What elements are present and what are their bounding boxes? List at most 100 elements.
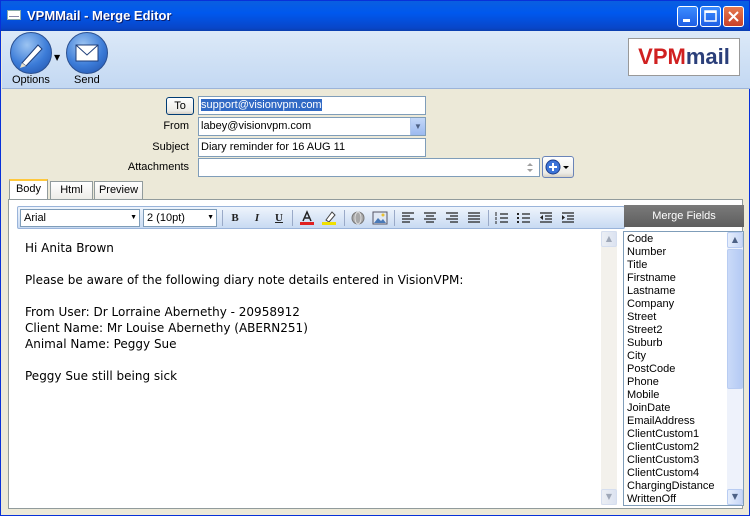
maximize-button[interactable] xyxy=(700,6,721,27)
envelope-icon xyxy=(75,44,99,62)
list-item[interactable]: ClientCustom3 xyxy=(627,454,699,467)
body-line: Peggy Sue still being sick xyxy=(25,369,178,383)
list-item[interactable]: Mobile xyxy=(627,389,659,402)
body-line xyxy=(25,352,605,368)
list-item[interactable]: Title xyxy=(627,259,647,272)
list-item[interactable]: Street xyxy=(627,311,656,324)
align-left-icon xyxy=(402,212,414,223)
align-center-button[interactable] xyxy=(421,210,439,226)
to-field[interactable]: support@visionvpm.com xyxy=(198,96,426,115)
from-select[interactable]: labey@visionvpm.com ▼ xyxy=(198,117,426,136)
tab-body[interactable]: Body xyxy=(9,179,48,200)
close-icon xyxy=(728,11,739,22)
list-item[interactable]: JoinDate xyxy=(627,402,670,415)
attachments-field[interactable] xyxy=(198,158,540,177)
outdent-button[interactable] xyxy=(537,210,555,226)
toolbar-separator xyxy=(344,210,345,226)
numbered-list-icon xyxy=(495,212,508,224)
merge-fields-scrollbar[interactable]: ▲ ▼ xyxy=(727,232,743,505)
highlight-button[interactable] xyxy=(320,210,338,226)
insert-image-button[interactable] xyxy=(371,210,389,226)
insert-link-button[interactable] xyxy=(349,210,367,226)
editor-panel: Arial ▼ 2 (10pt) ▼ B I U Hi Anita Brown … xyxy=(8,199,744,510)
justify-button[interactable] xyxy=(465,210,483,226)
chevron-down-icon: ▼ xyxy=(130,214,137,221)
pen-icon xyxy=(20,44,43,68)
align-right-icon xyxy=(446,212,458,223)
list-item[interactable]: Suburb xyxy=(627,337,662,350)
message-body-editor[interactable]: Hi Anita Brown Please be aware of the fo… xyxy=(25,240,605,510)
vpmmail-logo: VPMmail xyxy=(628,38,740,76)
scroll-thumb[interactable] xyxy=(727,249,743,389)
tab-html[interactable]: Html xyxy=(50,181,93,200)
body-line xyxy=(25,288,605,304)
font-value: Arial xyxy=(24,212,47,224)
from-value: labey@visionvpm.com xyxy=(201,120,312,132)
scroll-up-icon[interactable]: ▲ xyxy=(727,232,743,248)
attachments-spinner[interactable] xyxy=(522,159,538,176)
from-label: From xyxy=(163,120,189,132)
bold-button[interactable]: B xyxy=(226,210,244,226)
options-dropdown-arrow-icon[interactable]: ▼ xyxy=(54,53,60,62)
font-size-select[interactable]: 2 (10pt) ▼ xyxy=(143,209,217,227)
maximize-icon xyxy=(704,10,717,22)
options-label: Options xyxy=(12,74,50,86)
align-right-button[interactable] xyxy=(443,210,461,226)
list-item[interactable]: City xyxy=(627,350,646,363)
font-size-value: 2 (10pt) xyxy=(147,212,185,224)
send-button[interactable] xyxy=(66,32,108,74)
list-item[interactable]: PostCode xyxy=(627,363,675,376)
toolbar-separator xyxy=(292,210,293,226)
add-attachment-button[interactable] xyxy=(542,156,574,178)
font-color-icon xyxy=(300,210,314,225)
body-line xyxy=(25,256,605,272)
list-item[interactable]: Number xyxy=(627,246,666,259)
tab-preview[interactable]: Preview xyxy=(94,181,143,200)
merge-fields-header: Merge Fields xyxy=(624,205,744,227)
font-color-button[interactable] xyxy=(298,210,316,226)
font-select[interactable]: Arial ▼ xyxy=(20,209,140,227)
main-toolbar: ▼ Options Send VPMmail xyxy=(2,31,750,89)
bullet-list-button[interactable] xyxy=(515,210,533,226)
body-line: From User: Dr Lorraine Abernethy - 20958… xyxy=(25,305,300,319)
list-item[interactable]: WrittenOff xyxy=(627,493,676,505)
list-item[interactable]: Company xyxy=(627,298,674,311)
indent-button[interactable] xyxy=(559,210,577,226)
list-item[interactable]: Code xyxy=(627,233,653,246)
list-item[interactable]: ClientCustom2 xyxy=(627,441,699,454)
body-line: Hi Anita Brown xyxy=(25,241,114,255)
scroll-up-icon[interactable]: ▲ xyxy=(601,231,617,247)
highlighter-icon xyxy=(322,211,336,225)
list-item[interactable]: Street2 xyxy=(627,324,662,337)
body-scrollbar[interactable]: ▲ ▼ xyxy=(601,231,617,505)
numbered-list-button[interactable] xyxy=(493,210,511,226)
body-line: Please be aware of the following diary n… xyxy=(25,273,464,287)
scroll-down-icon[interactable]: ▼ xyxy=(601,489,617,505)
format-toolbar: Arial ▼ 2 (10pt) ▼ B I U xyxy=(17,206,625,229)
merge-fields-list[interactable]: Code Number Title Firstname Lastname Com… xyxy=(623,231,744,506)
toolbar-separator xyxy=(488,210,489,226)
body-line: Animal Name: Peggy Sue xyxy=(25,337,177,351)
image-icon xyxy=(372,211,388,225)
list-item[interactable]: ChargingDistance xyxy=(627,480,714,493)
spinner-arrows-icon xyxy=(527,163,533,172)
minimize-button[interactable] xyxy=(677,6,698,27)
window-title: VPMMail - Merge Editor xyxy=(27,8,172,23)
globe-icon xyxy=(351,211,365,225)
subject-field[interactable]: Diary reminder for 16 AUG 11 xyxy=(198,138,426,157)
scroll-down-icon[interactable]: ▼ xyxy=(727,489,743,505)
list-item[interactable]: Firstname xyxy=(627,272,676,285)
list-item[interactable]: ClientCustom1 xyxy=(627,428,699,441)
close-button[interactable] xyxy=(723,6,744,27)
list-item[interactable]: ClientCustom4 xyxy=(627,467,699,480)
align-left-button[interactable] xyxy=(399,210,417,226)
list-item[interactable]: EmailAddress xyxy=(627,415,695,428)
underline-button[interactable]: U xyxy=(270,210,288,226)
italic-button[interactable]: I xyxy=(248,210,266,226)
list-item[interactable]: Lastname xyxy=(627,285,675,298)
to-value: support@visionvpm.com xyxy=(201,99,322,111)
list-item[interactable]: Phone xyxy=(627,376,659,389)
chevron-down-icon[interactable]: ▼ xyxy=(410,118,425,135)
options-button[interactable] xyxy=(10,32,52,74)
to-button[interactable]: To xyxy=(166,97,194,115)
